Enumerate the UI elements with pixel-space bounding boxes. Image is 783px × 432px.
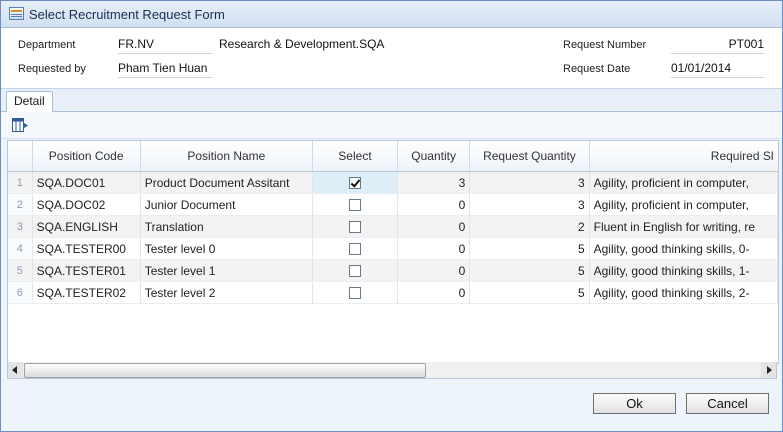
position-table: Position Code Position Name Select Quant… <box>8 141 778 304</box>
select-cell[interactable] <box>312 259 399 282</box>
select-checkbox[interactable] <box>348 221 361 234</box>
form-icon <box>9 7 24 20</box>
requested-by-field[interactable]: Pham Tien Huan <box>118 61 212 78</box>
table-row[interactable]: 6 SQA.TESTER02 Tester level 2 0 5 Agilit… <box>8 281 778 304</box>
request-quantity-cell[interactable]: 5 <box>469 237 590 260</box>
column-header-required-skills[interactable]: Required Sl <box>589 141 778 172</box>
position-code-cell[interactable]: SQA.DOC01 <box>32 171 141 194</box>
position-code-cell[interactable]: SQA.TESTER00 <box>32 237 141 260</box>
row-number: 2 <box>8 193 33 216</box>
table-row[interactable]: 2 SQA.DOC02 Junior Document 0 3 Agility,… <box>8 193 778 216</box>
column-header-select[interactable]: Select <box>312 141 399 172</box>
table-row[interactable]: 5 SQA.TESTER01 Tester level 1 0 5 Agilit… <box>8 259 778 282</box>
quantity-cell[interactable]: 0 <box>397 215 471 238</box>
position-code-cell[interactable]: SQA.DOC02 <box>32 193 141 216</box>
select-cell[interactable] <box>312 193 399 216</box>
select-checkbox[interactable] <box>348 199 361 212</box>
select-cell[interactable] <box>312 237 399 260</box>
select-checkbox[interactable] <box>348 243 361 256</box>
quantity-cell[interactable]: 0 <box>397 259 471 282</box>
department-code-field[interactable]: FR.NV <box>118 37 212 54</box>
position-name-cell[interactable]: Translation <box>140 215 313 238</box>
recruitment-request-dialog: Select Recruitment Request Form Departme… <box>0 0 783 432</box>
quantity-cell[interactable]: 3 <box>397 171 471 194</box>
request-quantity-cell[interactable]: 3 <box>469 193 590 216</box>
select-cell[interactable] <box>312 281 399 304</box>
request-quantity-cell[interactable]: 3 <box>469 171 590 194</box>
row-number: 4 <box>8 237 33 260</box>
request-number-field[interactable]: PT001 <box>671 37 764 54</box>
select-checkbox[interactable] <box>348 177 361 190</box>
request-header: Department FR.NV Research & Development.… <box>1 28 782 89</box>
request-date-field[interactable]: 01/01/2014 <box>671 61 764 78</box>
requested-by-label: Requested by <box>18 63 86 75</box>
request-number-label: Request Number <box>563 39 647 51</box>
column-header-position-code[interactable]: Position Code <box>32 141 141 172</box>
quantity-cell[interactable]: 0 <box>397 237 471 260</box>
column-header-request-quantity[interactable]: Request Quantity <box>469 141 590 172</box>
table-row[interactable]: 4 SQA.TESTER00 Tester level 0 0 5 Agilit… <box>8 237 778 260</box>
quantity-cell[interactable]: 0 <box>397 193 471 216</box>
position-name-cell[interactable]: Tester level 0 <box>140 237 313 260</box>
column-header-quantity[interactable]: Quantity <box>397 141 471 172</box>
position-code-cell[interactable]: SQA.TESTER02 <box>32 281 141 304</box>
column-chooser-icon[interactable] <box>12 118 28 132</box>
scroll-left-icon[interactable] <box>8 362 23 378</box>
cancel-button[interactable]: Cancel <box>686 393 769 414</box>
position-code-cell[interactable]: SQA.TESTER01 <box>32 259 141 282</box>
request-quantity-cell[interactable]: 5 <box>469 259 590 282</box>
position-code-cell[interactable]: SQA.ENGLISH <box>32 215 141 238</box>
scrollbar-thumb[interactable] <box>24 363 426 378</box>
request-quantity-cell[interactable]: 2 <box>469 215 590 238</box>
required-skills-cell[interactable]: Agility, proficient in computer, <box>589 171 778 194</box>
required-skills-cell[interactable]: Agility, good thinking skills, 0- <box>589 237 778 260</box>
request-quantity-cell[interactable]: 5 <box>469 281 590 304</box>
table-row[interactable]: 3 SQA.ENGLISH Translation 0 2 Fluent in … <box>8 215 778 238</box>
position-grid: Position Code Position Name Select Quant… <box>7 140 779 364</box>
tab-detail[interactable]: Detail <box>6 91 53 112</box>
column-header-row-number <box>8 141 33 172</box>
position-name-cell[interactable]: Product Document Assitant <box>140 171 313 194</box>
tab-strip: Detail <box>1 89 782 112</box>
required-skills-cell[interactable]: Agility, good thinking skills, 1- <box>589 259 778 282</box>
department-label: Department <box>18 39 76 51</box>
horizontal-scrollbar[interactable] <box>7 362 777 379</box>
title-bar: Select Recruitment Request Form <box>1 1 782 28</box>
row-number: 6 <box>8 281 33 304</box>
row-number: 1 <box>8 171 33 194</box>
ok-button[interactable]: Ok <box>593 393 676 414</box>
grid-toolbar <box>1 112 782 139</box>
select-checkbox[interactable] <box>348 265 361 278</box>
row-number: 5 <box>8 259 33 282</box>
department-name: Research & Development.SQA <box>219 37 385 51</box>
scroll-right-icon[interactable] <box>761 362 776 378</box>
table-row[interactable]: 1 SQA.DOC01 Product Document Assitant 3 … <box>8 171 778 194</box>
position-name-cell[interactable]: Tester level 1 <box>140 259 313 282</box>
window-title: Select Recruitment Request Form <box>29 7 225 22</box>
request-date-label: Request Date <box>563 63 631 75</box>
required-skills-cell[interactable]: Agility, proficient in computer, <box>589 193 778 216</box>
column-header-position-name[interactable]: Position Name <box>140 141 313 172</box>
position-name-cell[interactable]: Junior Document <box>140 193 313 216</box>
dialog-footer: Ok Cancel <box>1 381 782 431</box>
row-number: 3 <box>8 215 33 238</box>
select-checkbox[interactable] <box>348 287 361 300</box>
required-skills-cell[interactable]: Fluent in English for writing, re <box>589 215 778 238</box>
select-cell[interactable] <box>312 171 399 194</box>
select-cell[interactable] <box>312 215 399 238</box>
required-skills-cell[interactable]: Agility, good thinking skills, 2- <box>589 281 778 304</box>
quantity-cell[interactable]: 0 <box>397 281 471 304</box>
position-name-cell[interactable]: Tester level 2 <box>140 281 313 304</box>
